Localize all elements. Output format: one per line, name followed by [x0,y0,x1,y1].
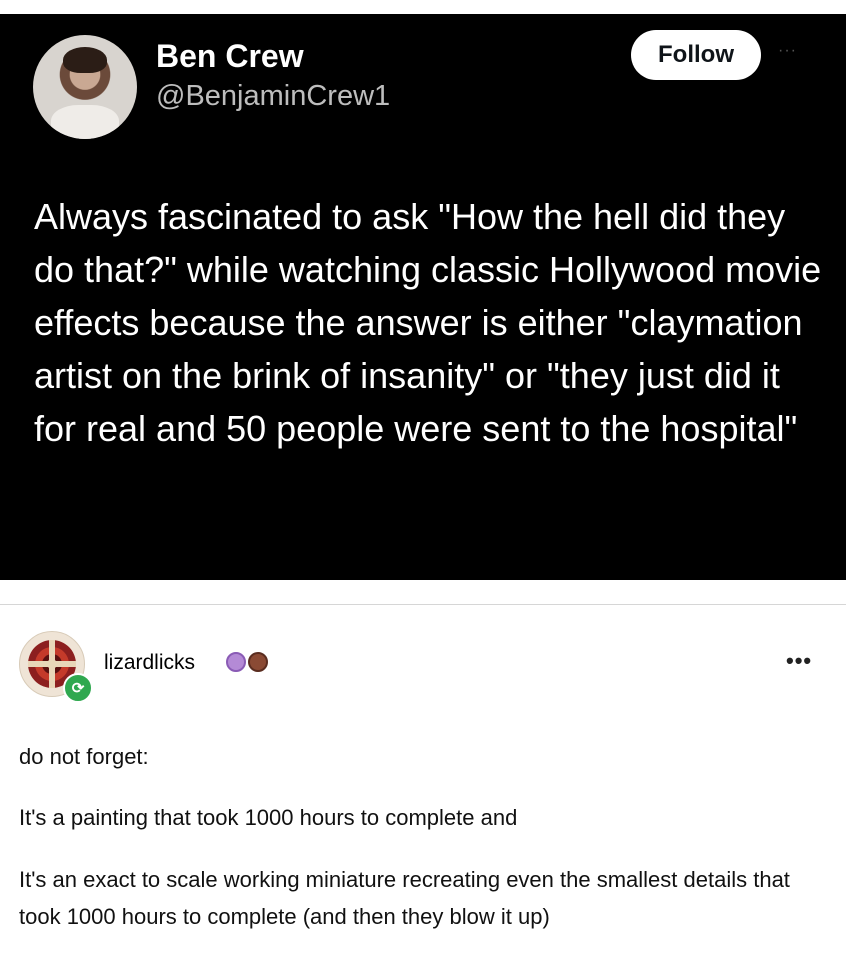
avatar-shirt [51,105,119,139]
post-paragraph: It's a painting that took 1000 hours to … [19,805,518,830]
divider [0,604,846,605]
user-badges [226,652,268,672]
post-more-icon[interactable]: ••• [786,648,812,674]
tweet-handle[interactable]: @BenjaminCrew1 [156,80,390,113]
post-paragraph: It's an exact to scale working miniature… [19,867,790,929]
reblog-icon: ⟳ [63,673,93,703]
avatar-hair [63,47,107,73]
post-username[interactable]: lizardlicks [104,651,195,675]
tweet-text: Always fascinated to ask "How the hell d… [34,196,822,449]
purple-badge-icon [226,652,246,672]
follow-button[interactable]: Follow [631,30,761,80]
brown-badge-icon [248,652,268,672]
post-paragraph: do not forget: [19,744,149,769]
tweet-avatar[interactable] [33,35,137,139]
tweet-more-icon[interactable]: ··· [778,42,797,60]
tweet-card: Ben Crew @BenjaminCrew1 Follow ··· Alway… [0,14,846,580]
tweet-display-name[interactable]: Ben Crew [156,38,304,75]
